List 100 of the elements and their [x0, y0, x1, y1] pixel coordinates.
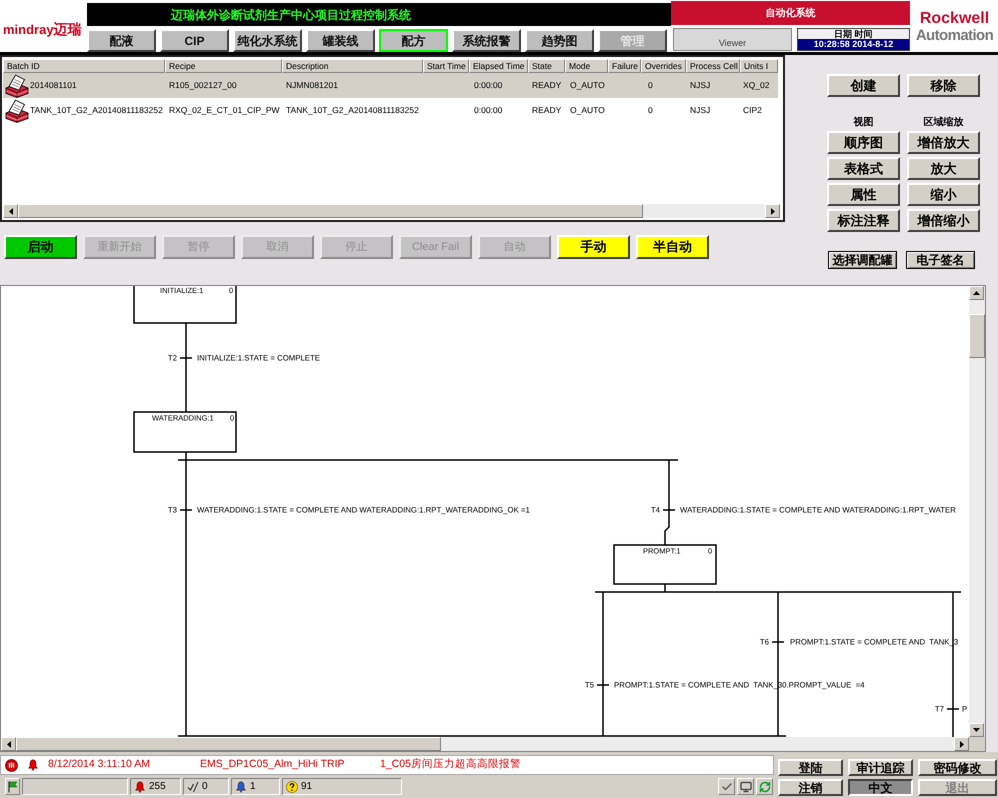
- scroll-right-button[interactable]: [765, 204, 780, 218]
- column-header[interactable]: State: [528, 59, 565, 73]
- scroll-left-button[interactable]: [3, 204, 18, 218]
- bell-icon: [27, 759, 39, 771]
- footer-button[interactable]: 密码修改: [918, 759, 997, 776]
- column-header[interactable]: Elapsed Time: [469, 59, 528, 73]
- table-cell: XQ_02: [743, 79, 770, 92]
- system-banner: 自动化系统: [671, 1, 910, 25]
- alarm-tag: EMS_DP1C05_Alm_HiHi TRIP: [200, 757, 380, 773]
- counter-value: 255: [149, 780, 166, 794]
- column-header[interactable]: Units I: [740, 59, 778, 73]
- column-header[interactable]: Process Cell: [686, 59, 740, 73]
- scroll-left-button[interactable]: [1, 737, 16, 751]
- counter-value: 1: [250, 780, 256, 794]
- alarm-stop-icon: [5, 758, 18, 772]
- refresh-icon: [758, 780, 770, 792]
- nav-tab[interactable]: 纯化水系统: [233, 29, 302, 52]
- table-cell: READY: [532, 104, 562, 117]
- scroll-up-button[interactable]: [969, 286, 984, 300]
- triangle-down-icon: [973, 728, 980, 732]
- alarm-time: 8/12/2014 3:11:10 AM: [48, 757, 151, 772]
- column-header[interactable]: Batch ID: [3, 59, 165, 73]
- triangle-right-icon: [960, 740, 964, 748]
- view-button[interactable]: 标注注释: [827, 209, 900, 232]
- table-row[interactable]: 2014081101 R105_002127_00 NJMN081201 0:00:00 READY O_AUTO 0 NJSJ XQ_02: [3, 73, 778, 98]
- nav-tab[interactable]: 罐装线: [306, 29, 375, 52]
- nav-tab[interactable]: 配液: [87, 29, 156, 52]
- column-header[interactable]: Start Time: [423, 59, 469, 73]
- table-cell: 0:00:00: [474, 104, 502, 117]
- app-title: 迈瑞体外诊断试剂生产中心项目过程控制系统: [171, 6, 411, 24]
- table-cell: RXQ_02_E_CT_01_CIP_PW: [169, 104, 280, 117]
- scrollbar-thumb[interactable]: [969, 314, 985, 358]
- zoom-button[interactable]: 增倍缩小: [907, 209, 980, 232]
- datetime-label: 日期 时间: [798, 29, 909, 39]
- flag-button[interactable]: [5, 778, 20, 795]
- command-button[interactable]: 启动: [4, 235, 77, 259]
- column-header[interactable]: Failure: [608, 59, 641, 73]
- zoom-button[interactable]: 缩小: [907, 183, 980, 206]
- triangle-left-icon: [6, 740, 10, 748]
- scroll-right-button[interactable]: [954, 737, 969, 751]
- table-cell: NJSJ: [690, 79, 710, 92]
- triangle-left-icon: [8, 208, 12, 214]
- nav-tab[interactable]: 系统报警: [452, 29, 521, 52]
- command-button[interactable]: 半自动: [636, 235, 709, 259]
- logo-wordmark: Automation: [916, 27, 994, 44]
- table-cell: NJMN081201: [286, 79, 338, 92]
- table-cell: TANK_10T_G2_A20140811183252: [30, 104, 163, 117]
- counter-value: 91: [301, 780, 312, 794]
- flag-icon: [7, 780, 18, 792]
- toolbar-button[interactable]: [718, 778, 735, 795]
- bell-icon: [134, 780, 146, 792]
- step-box[interactable]: [133, 411, 237, 453]
- monitor-icon: [740, 780, 752, 792]
- nav-tab[interactable]: 趋势图: [525, 29, 594, 52]
- table-cell: CIP2: [743, 104, 762, 117]
- view-label: 视图: [852, 117, 874, 129]
- table-cell: 2014081101: [30, 79, 77, 92]
- table-cell: R105_002127_00: [169, 79, 237, 92]
- view-button[interactable]: 顺序图: [827, 131, 900, 154]
- alarm-message: 1_C05房间压力超高高限报警: [380, 757, 521, 772]
- triangle-up-icon: [973, 291, 980, 295]
- zoom-button[interactable]: 放大: [907, 157, 980, 180]
- footer-button[interactable]: 注销: [778, 779, 843, 796]
- toolbar-button[interactable]: [737, 778, 754, 795]
- column-header[interactable]: Recipe: [165, 59, 282, 73]
- nav-tab[interactable]: 配方: [379, 29, 448, 52]
- counter-value: 0: [202, 780, 208, 794]
- panel-button[interactable]: 选择调配罐: [828, 251, 897, 269]
- footer-button[interactable]: 审计追踪: [848, 759, 913, 776]
- view-button[interactable]: 属性: [827, 183, 900, 206]
- nav-tab[interactable]: CIP: [160, 29, 229, 52]
- footer-button[interactable]: 登陆: [778, 759, 843, 776]
- table-cell: O_AUTO: [570, 104, 605, 117]
- footer-button[interactable]: 中文: [848, 779, 913, 796]
- view-button[interactable]: 表格式: [827, 157, 900, 180]
- logo-wordmark: Rockwell: [920, 10, 990, 27]
- scrollbar-thumb[interactable]: [18, 204, 643, 218]
- table-cell: NJSJ: [690, 104, 710, 117]
- logo-wordmark: mindray: [3, 22, 54, 36]
- datetime-value: 10:28:58 2014-8-12: [798, 39, 909, 50]
- batch-stack-icon: [5, 74, 29, 98]
- column-header[interactable]: Overrides: [641, 59, 686, 73]
- command-button[interactable]: 手动: [557, 235, 630, 259]
- step-box[interactable]: [133, 286, 237, 324]
- zoom-button[interactable]: 增倍放大: [907, 131, 980, 154]
- batch-stack-icon: [5, 98, 29, 122]
- step-box[interactable]: [613, 544, 717, 585]
- action-button[interactable]: 移除: [907, 74, 980, 97]
- action-button[interactable]: 创建: [827, 74, 900, 97]
- zoom-label: 区域缩放: [922, 117, 964, 129]
- triangle-right-icon: [770, 208, 774, 214]
- scrollbar-thumb[interactable]: [16, 737, 441, 751]
- scroll-down-button[interactable]: [969, 723, 984, 737]
- table-cell: READY: [532, 79, 562, 92]
- question-icon: [286, 780, 298, 792]
- column-header[interactable]: Mode: [565, 59, 608, 73]
- column-header[interactable]: Description: [282, 59, 423, 73]
- panel-button[interactable]: 电子签名: [906, 251, 975, 269]
- table-cell: O_AUTO: [570, 79, 605, 92]
- checkmark-icon: [720, 780, 732, 792]
